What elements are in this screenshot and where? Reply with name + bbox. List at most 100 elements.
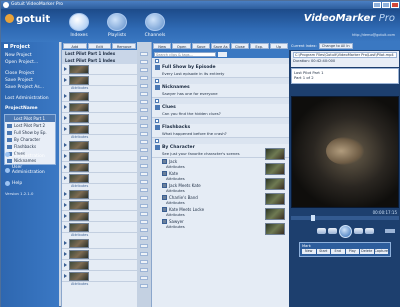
- link-checkbox[interactable]: [140, 188, 148, 192]
- filename-field[interactable]: C:\Program Files\Gotuit\VideoMarker Pro\…: [293, 52, 397, 58]
- link-checkbox[interactable]: [140, 52, 148, 56]
- open-button[interactable]: Open: [172, 43, 191, 49]
- link-checkbox[interactable]: [140, 268, 148, 272]
- tab-channels[interactable]: Channels: [139, 13, 171, 40]
- clip-item[interactable]: [62, 249, 137, 260]
- clip-item[interactable]: [62, 64, 137, 75]
- link-checkbox[interactable]: [140, 284, 148, 288]
- expand-icon[interactable]: [155, 59, 159, 63]
- lost-administration-link[interactable]: Lost Administration: [1, 95, 59, 102]
- help-link[interactable]: Help: [1, 178, 59, 189]
- up-button[interactable]: Up: [269, 43, 288, 49]
- link-checkbox[interactable]: [140, 276, 148, 280]
- step-back-button[interactable]: [327, 228, 337, 234]
- mark-end-button[interactable]: End: [331, 249, 345, 254]
- expand-icon[interactable]: [64, 214, 67, 218]
- clip-item[interactable]: [62, 211, 137, 222]
- clip-item[interactable]: [62, 124, 137, 135]
- link-checkbox[interactable]: [140, 148, 148, 152]
- expand-icon[interactable]: [64, 274, 67, 278]
- video-frame[interactable]: [291, 96, 399, 208]
- clip-item[interactable]: [62, 102, 137, 113]
- close-project-link[interactable]: Close Project: [1, 70, 59, 77]
- clip-item[interactable]: [62, 222, 137, 233]
- clip-item[interactable]: [62, 151, 137, 162]
- maximize-button[interactable]: [382, 2, 390, 8]
- clip-item[interactable]: [62, 91, 137, 102]
- scrubber[interactable]: [291, 215, 399, 221]
- link-checkbox[interactable]: [140, 164, 148, 168]
- expand-icon[interactable]: [155, 99, 159, 103]
- save-button[interactable]: Save: [191, 43, 211, 49]
- link-checkbox[interactable]: [140, 140, 148, 144]
- clip-item[interactable]: [62, 189, 137, 200]
- edit-button[interactable]: Edit: [87, 43, 112, 49]
- link-checkbox[interactable]: [140, 196, 148, 200]
- project-item[interactable]: Lost Pilot Part 2: [5, 122, 55, 129]
- link-checkbox[interactable]: [140, 252, 148, 256]
- step-forward-button[interactable]: [353, 228, 363, 234]
- new-button[interactable]: New: [153, 43, 172, 49]
- volume-slider[interactable]: [385, 229, 395, 233]
- project-item[interactable]: Lost Pilot Part 1: [5, 115, 55, 122]
- link-checkbox[interactable]: [140, 124, 148, 128]
- link-checkbox[interactable]: [140, 68, 148, 72]
- link-checkbox[interactable]: [140, 132, 148, 136]
- link-checkbox[interactable]: [140, 204, 148, 208]
- attributes-toggle[interactable]: Attributes: [62, 282, 137, 287]
- link-checkbox[interactable]: [140, 260, 148, 264]
- mark-delete-button[interactable]: Delete: [360, 249, 374, 254]
- remove-button[interactable]: Remove: [112, 43, 137, 49]
- link-checkbox[interactable]: [140, 244, 148, 248]
- expand-icon[interactable]: [155, 119, 159, 123]
- mark-new-button[interactable]: New: [302, 249, 316, 254]
- expand-icon[interactable]: [155, 139, 159, 143]
- expand-icon[interactable]: [64, 105, 67, 109]
- close-button[interactable]: [391, 2, 399, 8]
- clip-item[interactable]: [62, 173, 137, 184]
- expand-icon[interactable]: [64, 241, 67, 245]
- clip-item[interactable]: [62, 271, 137, 282]
- clip-item[interactable]: [62, 75, 137, 86]
- tab-indexes[interactable]: Indexes: [63, 13, 95, 40]
- tab-playlists[interactable]: Playlists: [101, 13, 133, 40]
- project-item[interactable]: By Character: [5, 136, 55, 143]
- link-checkbox[interactable]: [140, 108, 148, 112]
- export-button[interactable]: Exp.: [250, 43, 269, 49]
- mark-start-button[interactable]: Start: [316, 249, 330, 254]
- add-button[interactable]: Add: [63, 43, 87, 49]
- link-checkbox[interactable]: [140, 228, 148, 232]
- link-checkbox[interactable]: [140, 156, 148, 160]
- link-checkbox[interactable]: [140, 236, 148, 240]
- link-checkbox[interactable]: [140, 212, 148, 216]
- expand-icon[interactable]: [64, 67, 67, 71]
- link-checkbox[interactable]: [140, 84, 148, 88]
- expand-icon[interactable]: [64, 192, 67, 196]
- link-checkbox[interactable]: [140, 92, 148, 96]
- clip-index-header[interactable]: Lost Pilot Part 1 Index: [62, 57, 137, 64]
- close-button[interactable]: Close: [230, 43, 250, 49]
- data-administration-link[interactable]: Data Administration: [1, 146, 59, 162]
- mark-play-button[interactable]: Play: [345, 249, 359, 254]
- link-checkbox[interactable]: [140, 100, 148, 104]
- expand-icon[interactable]: [64, 127, 67, 131]
- expand-icon[interactable]: [64, 225, 67, 229]
- project-item[interactable]: Full Show by Ep.: [5, 129, 55, 136]
- expand-icon[interactable]: [155, 79, 159, 83]
- link-checkbox[interactable]: [140, 180, 148, 184]
- clip-item[interactable]: [62, 113, 137, 124]
- expand-icon[interactable]: [64, 78, 67, 82]
- expand-icon[interactable]: [64, 116, 67, 120]
- save-as-button[interactable]: Save As: [211, 43, 230, 49]
- clip-item[interactable]: [62, 162, 137, 173]
- scrubber-handle[interactable]: [311, 215, 315, 221]
- clip-item[interactable]: [62, 238, 137, 249]
- new-project-link[interactable]: New Project: [1, 52, 59, 59]
- category-title[interactable]: Flashbacks: [152, 124, 289, 131]
- open-project-link[interactable]: Open Project...: [1, 59, 59, 66]
- clip-item[interactable]: [62, 260, 137, 271]
- link-checkbox[interactable]: [140, 76, 148, 80]
- link-checkbox[interactable]: [140, 220, 148, 224]
- expand-icon[interactable]: [64, 263, 67, 267]
- expand-icon[interactable]: [64, 154, 67, 158]
